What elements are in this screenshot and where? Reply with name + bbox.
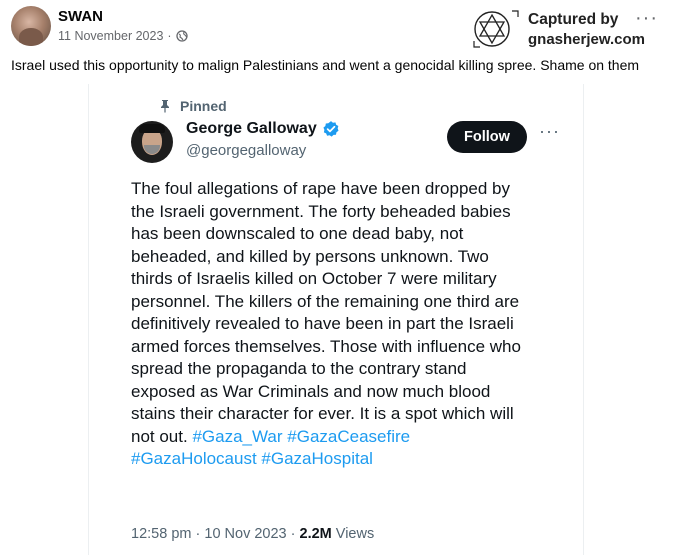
meta-separator: · bbox=[167, 29, 172, 43]
post-text: Israel used this opportunity to malign P… bbox=[11, 57, 640, 73]
tweet-options-button[interactable]: ··· bbox=[539, 122, 560, 140]
tweet-author-name[interactable]: George Galloway bbox=[186, 120, 340, 138]
tweet-line: thirds of Israelis killed on October 7 w… bbox=[131, 269, 497, 288]
tweet-meta: 12:58 pm · 10 Nov 2023 · 2.2M Views bbox=[131, 526, 374, 542]
tweet-line: beheaded, and killed by persons unknown.… bbox=[131, 246, 489, 266]
verified-badge-icon bbox=[323, 121, 339, 137]
author-avatar[interactable] bbox=[11, 6, 51, 46]
tweet-line: the Israeli government. The forty behead… bbox=[131, 201, 511, 221]
tweet-time[interactable]: 12:58 pm bbox=[131, 526, 191, 542]
tweet-line: has been downscaled to one dead baby, no… bbox=[131, 224, 464, 243]
tweet-avatar[interactable] bbox=[131, 121, 173, 163]
pin-icon bbox=[161, 100, 169, 113]
views-count: 2.2M bbox=[299, 526, 332, 542]
tweet-line-with-hashtags: not out. #Gaza_War #GazaCeasefire bbox=[131, 426, 571, 449]
pinned-indicator: Pinned bbox=[159, 98, 227, 114]
author-name[interactable]: SWAN bbox=[58, 8, 103, 25]
tweet-body: The foul allegations of rape have been d… bbox=[131, 178, 571, 471]
tweet-hashtag-line: #GazaHolocaust #GazaHospital bbox=[131, 448, 571, 471]
tweet-line-text: not out. bbox=[131, 426, 188, 446]
star-of-david-logo bbox=[473, 10, 519, 48]
tweet-meta-separator: · bbox=[290, 526, 296, 542]
tweet-line: The foul allegations of rape have been d… bbox=[131, 179, 510, 198]
tweet-line: definitively revealed to have been in pa… bbox=[131, 314, 514, 333]
globe-icon bbox=[175, 30, 188, 42]
hashtag-link[interactable]: #Gaza_War bbox=[192, 427, 282, 446]
tweet-line: stains their character for ever. It is a… bbox=[131, 404, 514, 423]
embedded-tweet: Pinned George Galloway @georgegalloway F… bbox=[88, 84, 584, 555]
views-label: Views bbox=[335, 526, 375, 542]
tweet-author-label: George Galloway bbox=[186, 120, 317, 137]
follow-button[interactable]: Follow bbox=[447, 121, 527, 153]
hashtag-link[interactable]: #GazaHolocaust bbox=[131, 449, 257, 468]
hashtag-link[interactable]: #GazaHospital bbox=[261, 449, 373, 468]
tweet-line: exposed as War Criminals and now much bl… bbox=[131, 381, 491, 401]
tweet-line: personnel. The killers of the remaining … bbox=[131, 291, 520, 311]
post-options-button[interactable]: ··· bbox=[635, 8, 658, 28]
watermark-line2: gnasherjew.com bbox=[528, 31, 645, 48]
post-date[interactable]: 11 November 2023 bbox=[58, 29, 163, 43]
pinned-label: Pinned bbox=[180, 98, 227, 114]
tweet-line: armed forces themselves. Those with infl… bbox=[131, 336, 521, 356]
hashtag-link[interactable]: #GazaCeasefire bbox=[287, 427, 410, 446]
tweet-date[interactable]: 10 Nov 2023 bbox=[204, 526, 286, 542]
tweet-author-handle[interactable]: @georgegalloway bbox=[186, 142, 306, 159]
tweet-line: spread the propaganda to the contrary st… bbox=[131, 359, 467, 378]
watermark-line1: Captured by bbox=[528, 11, 619, 28]
post-meta: 11 November 2023 · bbox=[58, 29, 188, 43]
tweet-meta-separator: · bbox=[195, 526, 201, 542]
